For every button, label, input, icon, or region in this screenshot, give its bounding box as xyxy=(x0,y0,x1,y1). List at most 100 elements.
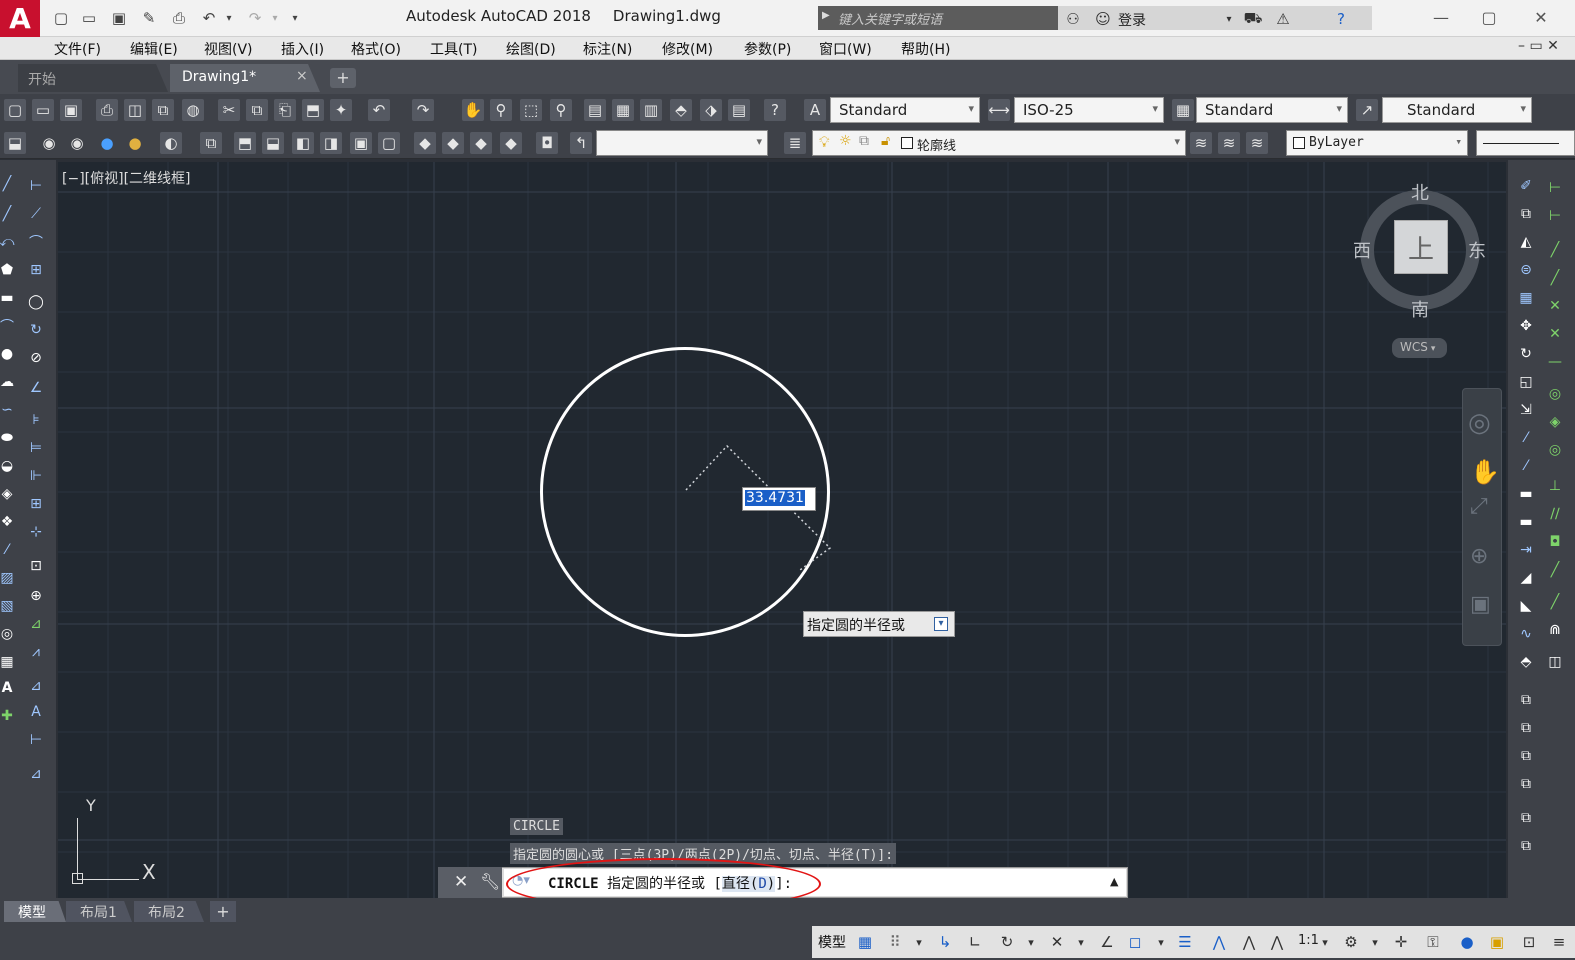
scale-icon[interactable]: ◱ xyxy=(1516,372,1536,392)
view-icon[interactable]: ⬓ xyxy=(4,132,26,154)
menu-dimension[interactable]: 标注(N) xyxy=(583,39,632,59)
multileader-style-icon[interactable]: ↗ xyxy=(1356,99,1378,121)
binoculars-icon[interactable]: ⚇ xyxy=(1062,9,1084,29)
snap-quadrant-icon[interactable]: — xyxy=(1548,352,1562,372)
wcs-menu[interactable]: WCS ▾ xyxy=(1392,338,1447,358)
snap-perpendicular-icon[interactable]: ◈ xyxy=(1548,412,1562,432)
front-view-icon[interactable]: ▣ xyxy=(350,132,372,154)
customize-quick-access-icon[interactable]: ▾ xyxy=(284,8,306,28)
move-icon[interactable]: ✥ xyxy=(1516,316,1536,336)
bottom-view-icon[interactable]: ⬓ xyxy=(262,132,284,154)
user-icon[interactable]: ☺ xyxy=(1092,9,1114,29)
redo-toolbar-icon[interactable]: ↷ xyxy=(412,99,434,121)
multileader-style-select[interactable]: Standard ▾ xyxy=(1382,97,1532,123)
close-window-button[interactable]: ✕ xyxy=(1520,3,1562,31)
sheet-set-icon[interactable]: ⬘ xyxy=(670,99,692,121)
table-style-select[interactable]: Standard ▾ xyxy=(1196,97,1348,123)
zoom-previous-icon[interactable]: ⚲ xyxy=(550,99,572,121)
fillet-icon[interactable]: ◣ xyxy=(1516,596,1536,616)
nw-iso-icon[interactable]: ◆ xyxy=(500,132,522,154)
design-center-icon[interactable]: ▦ xyxy=(612,99,634,121)
open-file-icon[interactable]: ▭ xyxy=(78,8,100,28)
stretch-icon[interactable]: ⇲ xyxy=(1516,400,1536,420)
new-tab-button[interactable]: + xyxy=(330,68,356,88)
copy-object-icon[interactable]: ⧉ xyxy=(1516,204,1536,224)
help-icon[interactable]: ? xyxy=(1330,9,1352,29)
layer-select[interactable]: 💡︎ ☼ ⧉ 🔓︎ 轮廓线 ▾ xyxy=(812,130,1186,156)
maximize-button[interactable]: ▢ xyxy=(1468,3,1510,31)
arc-length-icon[interactable]: ⌒ xyxy=(26,232,46,252)
snap-extension-icon[interactable]: ✕ xyxy=(1548,296,1562,316)
isodraft-icon[interactable]: ✕ xyxy=(1046,931,1068,953)
trim-icon[interactable]: ⁄ xyxy=(1516,428,1536,448)
plot-toolbar-icon[interactable]: ⎙ xyxy=(96,99,118,121)
lock-ui-icon[interactable]: ▣ xyxy=(1486,931,1508,953)
compass-north[interactable]: 北 xyxy=(1411,179,1429,205)
arc-icon[interactable]: ⌒ xyxy=(0,316,14,336)
pan-icon[interactable]: ✋ xyxy=(462,99,484,121)
inspection-icon[interactable]: ⊿ xyxy=(26,614,46,634)
workspace-select[interactable]: ▾ xyxy=(596,130,768,156)
layer-previous-icon[interactable]: ↰ xyxy=(570,132,592,154)
camera-icon[interactable]: ◘ xyxy=(536,132,558,154)
menu-parametric[interactable]: 参数(P) xyxy=(744,39,791,59)
2d-wireframe-icon[interactable]: ◉ xyxy=(38,132,60,154)
break-at-point-icon[interactable]: ▬ xyxy=(1516,484,1536,504)
polygon-icon[interactable]: ⬟ xyxy=(0,260,14,280)
new-file-icon[interactable]: ▢ xyxy=(50,8,72,28)
quick-dim-icon[interactable]: ⊧ xyxy=(26,410,46,430)
chamfer-icon[interactable]: ◢ xyxy=(1516,568,1536,588)
top-view-icon[interactable]: ⬒ xyxy=(234,132,256,154)
draworder-above-icon[interactable]: ⧉ xyxy=(1516,746,1536,766)
options-down-icon[interactable]: ▾ xyxy=(934,617,948,631)
dim-text-edit-icon[interactable]: A xyxy=(26,702,46,722)
properties-icon[interactable]: ▤ xyxy=(584,99,606,121)
chevron-down-icon[interactable]: ▾ xyxy=(1150,931,1172,953)
markup-icon[interactable]: ⬗ xyxy=(700,99,722,121)
menu-view[interactable]: 视图(V) xyxy=(204,39,253,59)
text-style-icon[interactable]: A xyxy=(804,99,826,121)
offset-icon[interactable]: ⊜ xyxy=(1516,260,1536,280)
redo-icon[interactable]: ↷ xyxy=(244,8,266,28)
snap-apparent-icon[interactable]: ╱ xyxy=(1548,268,1562,288)
publish-icon[interactable]: ⧉ xyxy=(152,99,174,121)
jogged-linear-icon[interactable]: ⩘ xyxy=(26,642,46,662)
new-icon[interactable]: ▢ xyxy=(4,99,26,121)
minimize-button[interactable]: — xyxy=(1420,3,1462,31)
chevron-down-icon[interactable]: ▾ xyxy=(1314,931,1336,953)
viewcube-top-face[interactable]: 上 xyxy=(1394,220,1448,274)
calculator-icon[interactable]: ▤ xyxy=(728,99,750,121)
zoom-realtime-icon[interactable]: ⚲ xyxy=(490,99,512,121)
snap-from-icon[interactable]: ╱ xyxy=(1548,592,1562,612)
snap-none-icon[interactable]: ╱ xyxy=(1548,560,1562,580)
menu-modify[interactable]: 修改(M) xyxy=(662,39,713,59)
compass-east[interactable]: 东 xyxy=(1468,237,1486,263)
left-view-icon[interactable]: ◧ xyxy=(292,132,314,154)
paste-icon[interactable]: ⎗ xyxy=(274,99,296,121)
customize-wrench-icon[interactable]: 🔧︎ xyxy=(480,872,500,891)
dim-edit-icon[interactable]: ⊿ xyxy=(26,676,46,696)
hatch-back-icon[interactable]: ⧉ xyxy=(1516,836,1536,856)
snap-tangent-icon[interactable]: ◎ xyxy=(1548,384,1562,404)
rectangle-icon[interactable]: ▬ xyxy=(0,288,14,308)
tab-start[interactable]: 开始 xyxy=(18,64,168,92)
annotation-visibility-icon[interactable]: ⋀ xyxy=(1208,931,1230,953)
jogged-dim-icon[interactable]: ↻ xyxy=(26,320,46,340)
snap-nearest-icon[interactable]: ◘ xyxy=(1548,532,1562,552)
match-properties-icon[interactable]: ⬒ xyxy=(302,99,324,121)
layer-states-icon[interactable]: ≋ xyxy=(1246,132,1268,154)
named-views-icon[interactable]: ⧉ xyxy=(200,132,222,154)
region-icon[interactable]: ◎ xyxy=(0,624,14,644)
tolerance-icon[interactable]: ⊡ xyxy=(26,556,46,576)
menu-edit[interactable]: 编辑(E) xyxy=(130,39,178,59)
grid-display-icon[interactable]: ▦ xyxy=(854,931,876,953)
chevron-down-icon[interactable]: ▾ xyxy=(1070,931,1092,953)
polyline-icon[interactable]: ⤺ xyxy=(0,232,14,252)
layer-match-icon[interactable]: ≋ xyxy=(1218,132,1240,154)
help-toolbar-icon[interactable]: ? xyxy=(764,99,786,121)
draworder-front-icon[interactable]: ⧉ xyxy=(1516,690,1536,710)
snap-center-icon[interactable]: ✕ xyxy=(1548,324,1562,344)
auto-scale-icon[interactable]: ⋀ xyxy=(1238,931,1260,953)
insert-block-icon[interactable]: ◈ xyxy=(0,484,14,504)
point-icon[interactable]: ⁄ xyxy=(0,540,14,560)
